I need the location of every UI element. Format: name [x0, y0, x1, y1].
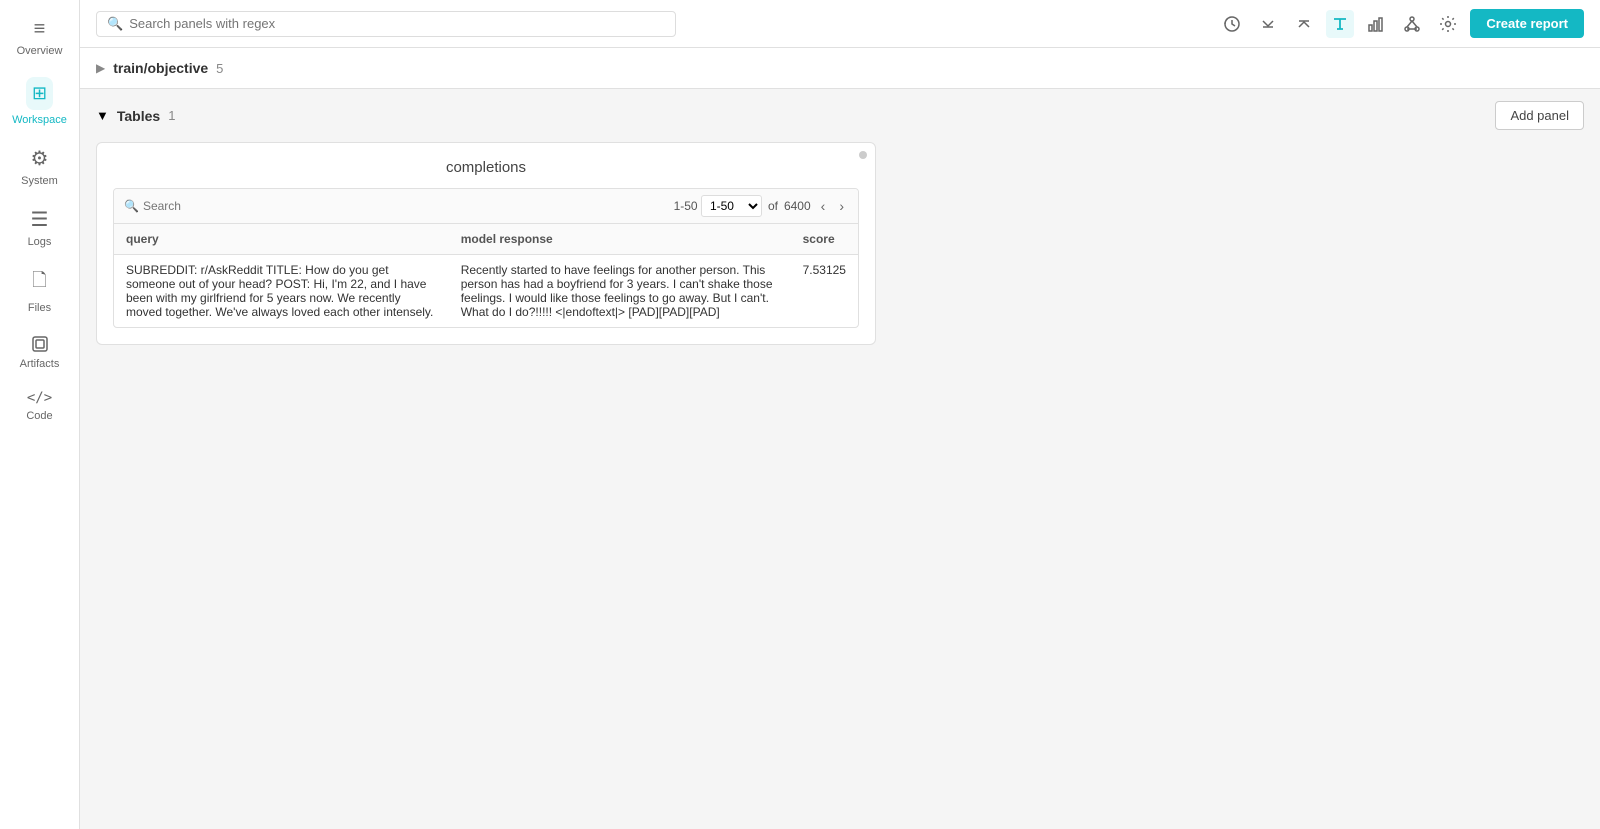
sidebar-item-system-label: System: [21, 175, 58, 187]
sidebar-item-artifacts[interactable]: Artifacts: [0, 324, 79, 380]
data-table: query model response score SUBREDDIT: r/…: [114, 224, 858, 327]
section-header[interactable]: ▶ train/objective 5: [80, 48, 1600, 89]
search-icon: 🔍: [107, 16, 123, 32]
pagination-range-value: 1-50: [674, 199, 698, 213]
toolbar: 🔍: [80, 0, 1600, 48]
panel-title: completions: [113, 159, 859, 176]
pagination-range-select[interactable]: 1-50 1-100: [701, 195, 762, 217]
pagination: 1-50 1-50 1-100 of 6400 ‹ ›: [674, 195, 848, 217]
section-count: 5: [216, 61, 223, 76]
collapse-up-icon-btn[interactable]: [1290, 10, 1318, 38]
subsection-count: 1: [168, 108, 175, 123]
sidebar-item-overview-label: Overview: [17, 45, 63, 57]
sidebar-item-workspace[interactable]: ⊞ Workspace: [0, 67, 79, 136]
sidebar-item-code-label: Code: [26, 410, 52, 422]
code-icon: </>: [27, 390, 52, 406]
create-report-button[interactable]: Create report: [1470, 9, 1584, 38]
pagination-range: 1-50 1-50 1-100: [674, 195, 762, 217]
toolbar-icons: Create report: [1218, 9, 1584, 38]
table-cell-query: SUBREDDIT: r/AskReddit TITLE: How do you…: [114, 255, 449, 328]
table-cell-model_response: Recently started to have feelings for an…: [449, 255, 791, 328]
nodes-icon-btn[interactable]: [1398, 10, 1426, 38]
workspace-icon: ⊞: [26, 77, 53, 110]
col-header-score: score: [791, 224, 858, 255]
sidebar-item-files[interactable]: 🗋 Files: [0, 258, 79, 324]
search-box[interactable]: 🔍: [96, 11, 676, 37]
table-search-input[interactable]: [143, 199, 298, 213]
pagination-of: of: [768, 199, 778, 213]
sidebar: ≡ Overview ⊞ Workspace ⚙ System ☰ Logs 🗋…: [0, 0, 80, 829]
sidebar-item-logs-label: Logs: [28, 236, 52, 248]
col-header-model-response: model response: [449, 224, 791, 255]
section-chevron-icon: ▶: [96, 61, 105, 75]
sidebar-item-overview[interactable]: ≡ Overview: [0, 8, 79, 67]
sidebar-item-logs[interactable]: ☰ Logs: [0, 197, 79, 258]
table-toolbar: 🔍 1-50 1-50 1-100 of: [114, 189, 858, 224]
system-icon: ⚙: [31, 146, 49, 171]
subsection-chevron-icon[interactable]: ▼: [96, 108, 109, 123]
table-search-icon: 🔍: [124, 199, 139, 213]
subsection-title: Tables: [117, 108, 160, 124]
collapse-down-icon-btn[interactable]: [1254, 10, 1282, 38]
table-container: 🔍 1-50 1-50 1-100 of: [113, 188, 859, 328]
text-icon-btn[interactable]: [1326, 10, 1354, 38]
files-icon: 🗋: [32, 268, 46, 298]
sidebar-item-workspace-label: Workspace: [12, 114, 67, 126]
col-header-query: query: [114, 224, 449, 255]
pagination-next-button[interactable]: ›: [835, 196, 848, 216]
table-row: SUBREDDIT: r/AskReddit TITLE: How do you…: [114, 255, 858, 328]
pagination-prev-button[interactable]: ‹: [817, 196, 830, 216]
section-title: train/objective: [113, 60, 208, 76]
sidebar-item-system[interactable]: ⚙ System: [0, 136, 79, 197]
history-icon-btn[interactable]: [1218, 10, 1246, 38]
add-panel-button[interactable]: Add panel: [1495, 101, 1584, 130]
artifacts-icon: [30, 334, 50, 354]
pagination-total: 6400: [784, 199, 811, 213]
settings-icon-btn[interactable]: [1434, 10, 1462, 38]
table-cell-score: 7.53125: [791, 255, 858, 328]
panel-card: completions 🔍 1-50 1-50: [96, 142, 876, 345]
sidebar-item-files-label: Files: [28, 302, 51, 314]
drag-handle[interactable]: [859, 151, 867, 159]
search-input[interactable]: [129, 16, 665, 31]
logs-icon: ☰: [31, 207, 49, 232]
subsection: ▼ Tables 1 Add panel completions 🔍: [80, 89, 1600, 357]
main-content: 🔍: [80, 0, 1600, 829]
chart-icon-btn[interactable]: [1362, 10, 1390, 38]
subsection-header: ▼ Tables 1 Add panel: [96, 101, 1584, 130]
content-area: ▶ train/objective 5 ▼ Tables 1 Add panel…: [80, 48, 1600, 829]
sidebar-item-code[interactable]: </> Code: [0, 380, 79, 432]
overview-icon: ≡: [34, 18, 46, 41]
sidebar-item-artifacts-label: Artifacts: [20, 358, 60, 370]
table-search[interactable]: 🔍: [124, 199, 666, 213]
